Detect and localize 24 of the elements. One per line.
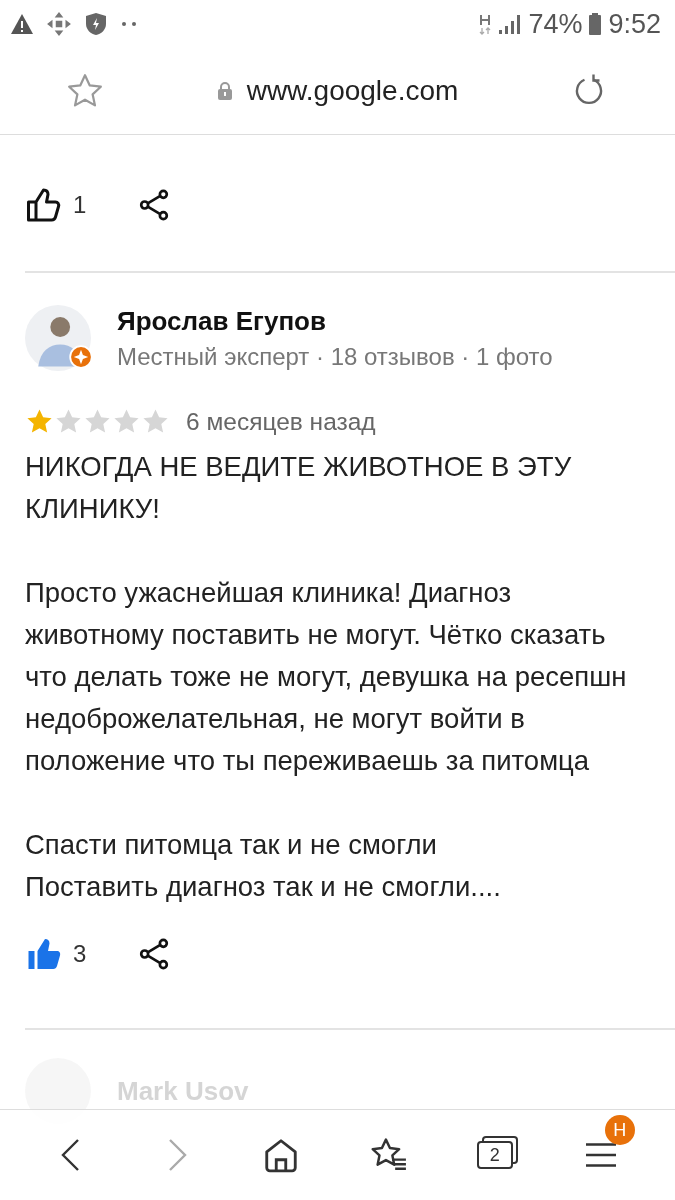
thumbs-up-icon[interactable]	[27, 187, 63, 223]
battery-icon	[588, 12, 603, 36]
lock-icon	[216, 81, 233, 101]
shield-icon	[84, 11, 108, 37]
like-count: 3	[73, 940, 87, 968]
clock: 9:52	[608, 8, 661, 40]
review-date: 6 месяцев назад	[186, 407, 376, 436]
thumbs-up-icon[interactable]	[27, 936, 63, 972]
author-name[interactable]: Ярослав Егупов	[117, 305, 553, 337]
notification-badge: Н	[604, 1115, 635, 1145]
author-meta: Местный эксперт · 18 отзывов · 1 фото	[117, 342, 553, 371]
like-count: 1	[73, 191, 87, 219]
warning-icon	[10, 12, 34, 36]
signal-icon	[498, 12, 523, 36]
share-icon[interactable]	[138, 938, 171, 970]
review-text: Просто ужаснейшая клиника! Диагноз животному поставить не могут. Чётко сказать что делать тоже не могут, девушка на ресепшн недоброжелательная, не могут войти в положение что ты переживаешь за питомца	[25, 576, 628, 778]
review-text: Поставить диагноз так и не смогли....	[25, 870, 502, 904]
review-text: НИКОГДА НЕ ВЕДИТЕ ЖИВОТНОЕ В ЭТУ КЛИНИКУ!	[25, 450, 573, 526]
review-text: Спасти питомца так и не смогли	[25, 828, 438, 862]
battery-percent: 74%	[528, 8, 583, 40]
share-icon[interactable]	[138, 189, 171, 221]
network-type-icon	[478, 12, 493, 36]
move-arrows-icon	[46, 11, 72, 37]
url-text[interactable]: www.google.com	[246, 75, 459, 107]
